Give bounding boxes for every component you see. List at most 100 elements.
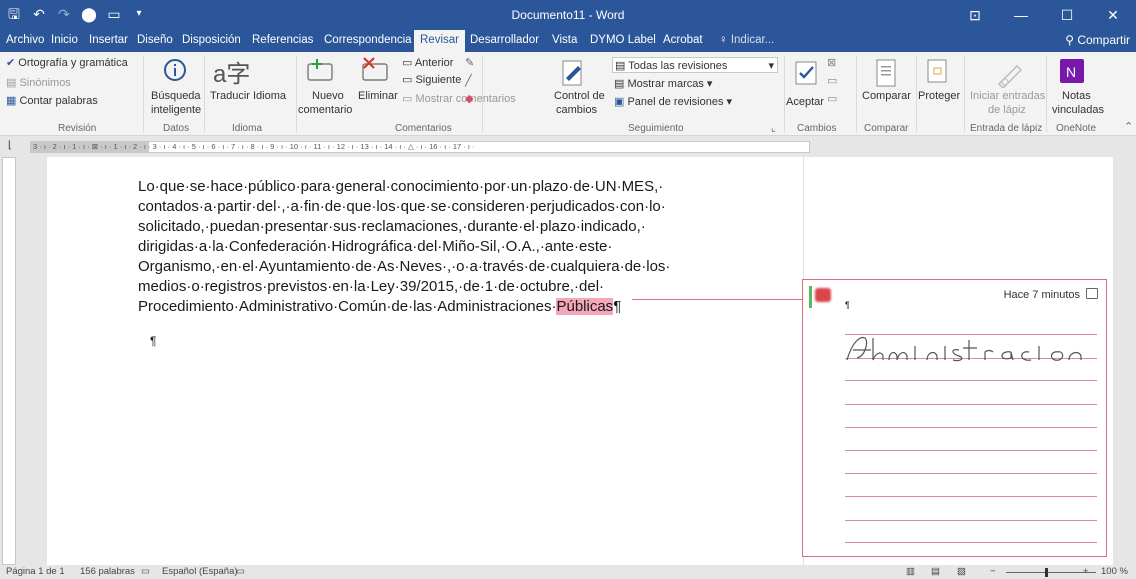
tab-desarrollador[interactable]: Desarrollador [470, 34, 539, 46]
tab-dymo[interactable]: DYMO Label [590, 34, 656, 46]
next-button[interactable]: ▭ Siguiente [402, 73, 461, 86]
group-comparar: Comparar [864, 123, 909, 134]
track-changes-icon[interactable] [558, 58, 588, 88]
next-comment-icon: ▭ [402, 74, 416, 86]
translate-icon[interactable]: a字 [213, 54, 250, 89]
proofing-icon[interactable]: ▭ [141, 566, 150, 577]
tab-referencias[interactable]: Referencias [252, 34, 313, 46]
comment-card[interactable]: Hace 7 minutos ¶ [802, 279, 1107, 557]
web-layout-icon[interactable]: ▧ [957, 566, 966, 577]
tab-archivo[interactable]: Archivo [6, 34, 44, 46]
previous-label: Anterior [414, 57, 454, 69]
zoom-in-icon[interactable]: + [1083, 566, 1089, 577]
text-line-last: Procedimiento·Administrativo·Común·de·la… [138, 297, 698, 317]
protect-icon[interactable] [925, 58, 949, 84]
print-layout-icon[interactable]: ▤ [931, 566, 940, 577]
ribbon-tabs: Archivo Inicio Insertar Diseño Disposici… [0, 30, 1136, 52]
start-inking-icon[interactable] [995, 58, 1025, 88]
word-count[interactable]: 156 palabras [80, 566, 135, 577]
tab-revisar[interactable]: Revisar [414, 30, 465, 52]
show-markup-button[interactable]: ▤ Mostrar marcas ▾ [614, 77, 712, 90]
horizontal-ruler[interactable]: 3 · ı · 2 · ı · 1 · ı · ⊠ · ı · 1 · ı · … [30, 141, 810, 153]
dialog-launcher-icon[interactable]: ⌞ [771, 123, 776, 134]
svg-text:N: N [1066, 64, 1076, 80]
show-markup-icon: ▤ [614, 78, 628, 90]
tab-correspondencia[interactable]: Correspondencia [324, 34, 412, 46]
maximize-button[interactable]: ☐ [1044, 0, 1090, 30]
ink-line-icon[interactable]: ╱ [465, 74, 472, 87]
tell-me-search[interactable]: ♀ Indicar... [719, 34, 774, 46]
minimize-button[interactable]: — [998, 0, 1044, 30]
vertical-ruler[interactable] [2, 157, 16, 565]
close-button[interactable]: ✕ [1090, 0, 1136, 30]
new-comment-icon[interactable] [305, 56, 335, 86]
tab-diseno[interactable]: Diseño [137, 34, 173, 46]
divider [204, 56, 205, 132]
ink-guide-line [845, 380, 1097, 381]
reject-icon[interactable]: ⊠ [827, 56, 836, 69]
paragraph-mark: ¶ [613, 298, 622, 315]
zoom-slider-handle[interactable] [1045, 568, 1048, 577]
tab-vista[interactable]: Vista [552, 34, 577, 46]
ruler-marks: 3 · ı · 2 · ı · 1 · ı · ⊠ · ı · 1 · ı · … [33, 142, 475, 151]
tab-insertar[interactable]: Insertar [89, 34, 128, 46]
zoom-level[interactable]: 100 % [1101, 566, 1128, 577]
compare-icon[interactable] [873, 58, 901, 88]
tab-disposicion[interactable]: Disposición [182, 34, 241, 46]
language-label: Idioma [253, 90, 287, 102]
tab-acrobat[interactable]: Acrobat [663, 34, 703, 46]
spelling-button[interactable]: ✔ Ortografía y gramática [6, 56, 128, 69]
ink-guide-line [845, 404, 1097, 405]
ink-guide-line [845, 427, 1097, 428]
text-line: dirigidas·a·la·Confederación·Hidrográfic… [138, 238, 613, 255]
inking-label2: de lápiz [988, 104, 1026, 116]
show-markup-label: Mostrar marcas [627, 78, 704, 90]
eraser-icon[interactable]: ◆ [465, 92, 473, 105]
spellcheck-icon: ✔ [6, 57, 19, 69]
tab-inicio[interactable]: Inicio [51, 34, 78, 46]
wordcount-button[interactable]: ▦ Contar palabras [6, 94, 98, 107]
collapse-ribbon-icon[interactable]: ⌃ [1124, 120, 1133, 133]
tab-selector-icon[interactable]: ⌊ [8, 140, 12, 151]
next-change-icon[interactable]: ▭ [827, 92, 837, 105]
group-idioma: Idioma [232, 123, 263, 134]
smart-lookup-label1: Búsqueda [151, 90, 201, 102]
ink-pen-icon[interactable]: ✎ [465, 56, 474, 69]
previous-comment-icon: ▭ [402, 57, 415, 69]
delete-label: Eliminar [358, 90, 398, 102]
language-status[interactable]: Español (España) [162, 566, 238, 577]
commented-word[interactable]: Públicas [556, 298, 614, 315]
delete-comment-icon[interactable] [360, 56, 390, 86]
read-mode-icon[interactable]: ▥ [906, 566, 915, 577]
ruler-row: ⌊ 3 · ı · 2 · ı · 1 · ı · ⊠ · ı · 1 · ı … [0, 137, 1136, 157]
lightbulb-icon: ♀ [719, 34, 731, 46]
synonyms-button[interactable]: ▤ Sinónimos [6, 76, 71, 89]
zoom-out-icon[interactable]: − [990, 566, 996, 577]
divider [964, 56, 965, 132]
onenote-icon[interactable]: N [1058, 56, 1086, 86]
group-datos: Datos [163, 123, 190, 134]
accept-label: Aceptar [786, 96, 824, 108]
control-label1: Control de [554, 90, 605, 102]
ink-guide-line [845, 473, 1097, 474]
smart-lookup-icon[interactable] [163, 58, 187, 82]
reply-icon[interactable] [1086, 288, 1098, 299]
share-label: Compartir [1077, 33, 1130, 47]
linked-notes-label1: Notas [1062, 90, 1091, 102]
reviewing-pane-button[interactable]: ▣ Panel de revisiones ▾ [614, 95, 732, 108]
accept-icon[interactable] [793, 58, 821, 86]
ribbon-display-icon[interactable]: ⊡ [952, 0, 998, 30]
ink-guide-line [845, 496, 1097, 497]
previous-button[interactable]: ▭ Anterior [402, 56, 453, 69]
show-comments-icon: ▭ [402, 93, 416, 105]
show-comments-button[interactable]: ▭ Mostrar comentarios [402, 92, 516, 105]
page-count[interactable]: Página 1 de 1 [6, 566, 65, 577]
share-button[interactable]: ⚲ Compartir [1065, 33, 1130, 47]
document-body[interactable]: Lo·que·se·hace·público·para·general·cono… [138, 177, 698, 317]
previous-change-icon[interactable]: ▭ [827, 74, 837, 87]
inking-label1: Iniciar entradas [970, 90, 1046, 102]
macro-icon[interactable]: ▭ [236, 566, 245, 577]
markup-display-select[interactable]: ▤ Todas las revisiones ▾ [612, 57, 778, 73]
divider [784, 56, 785, 132]
text-line: contados·a·partir·del·,·a·fin·de·que·los… [138, 198, 666, 215]
